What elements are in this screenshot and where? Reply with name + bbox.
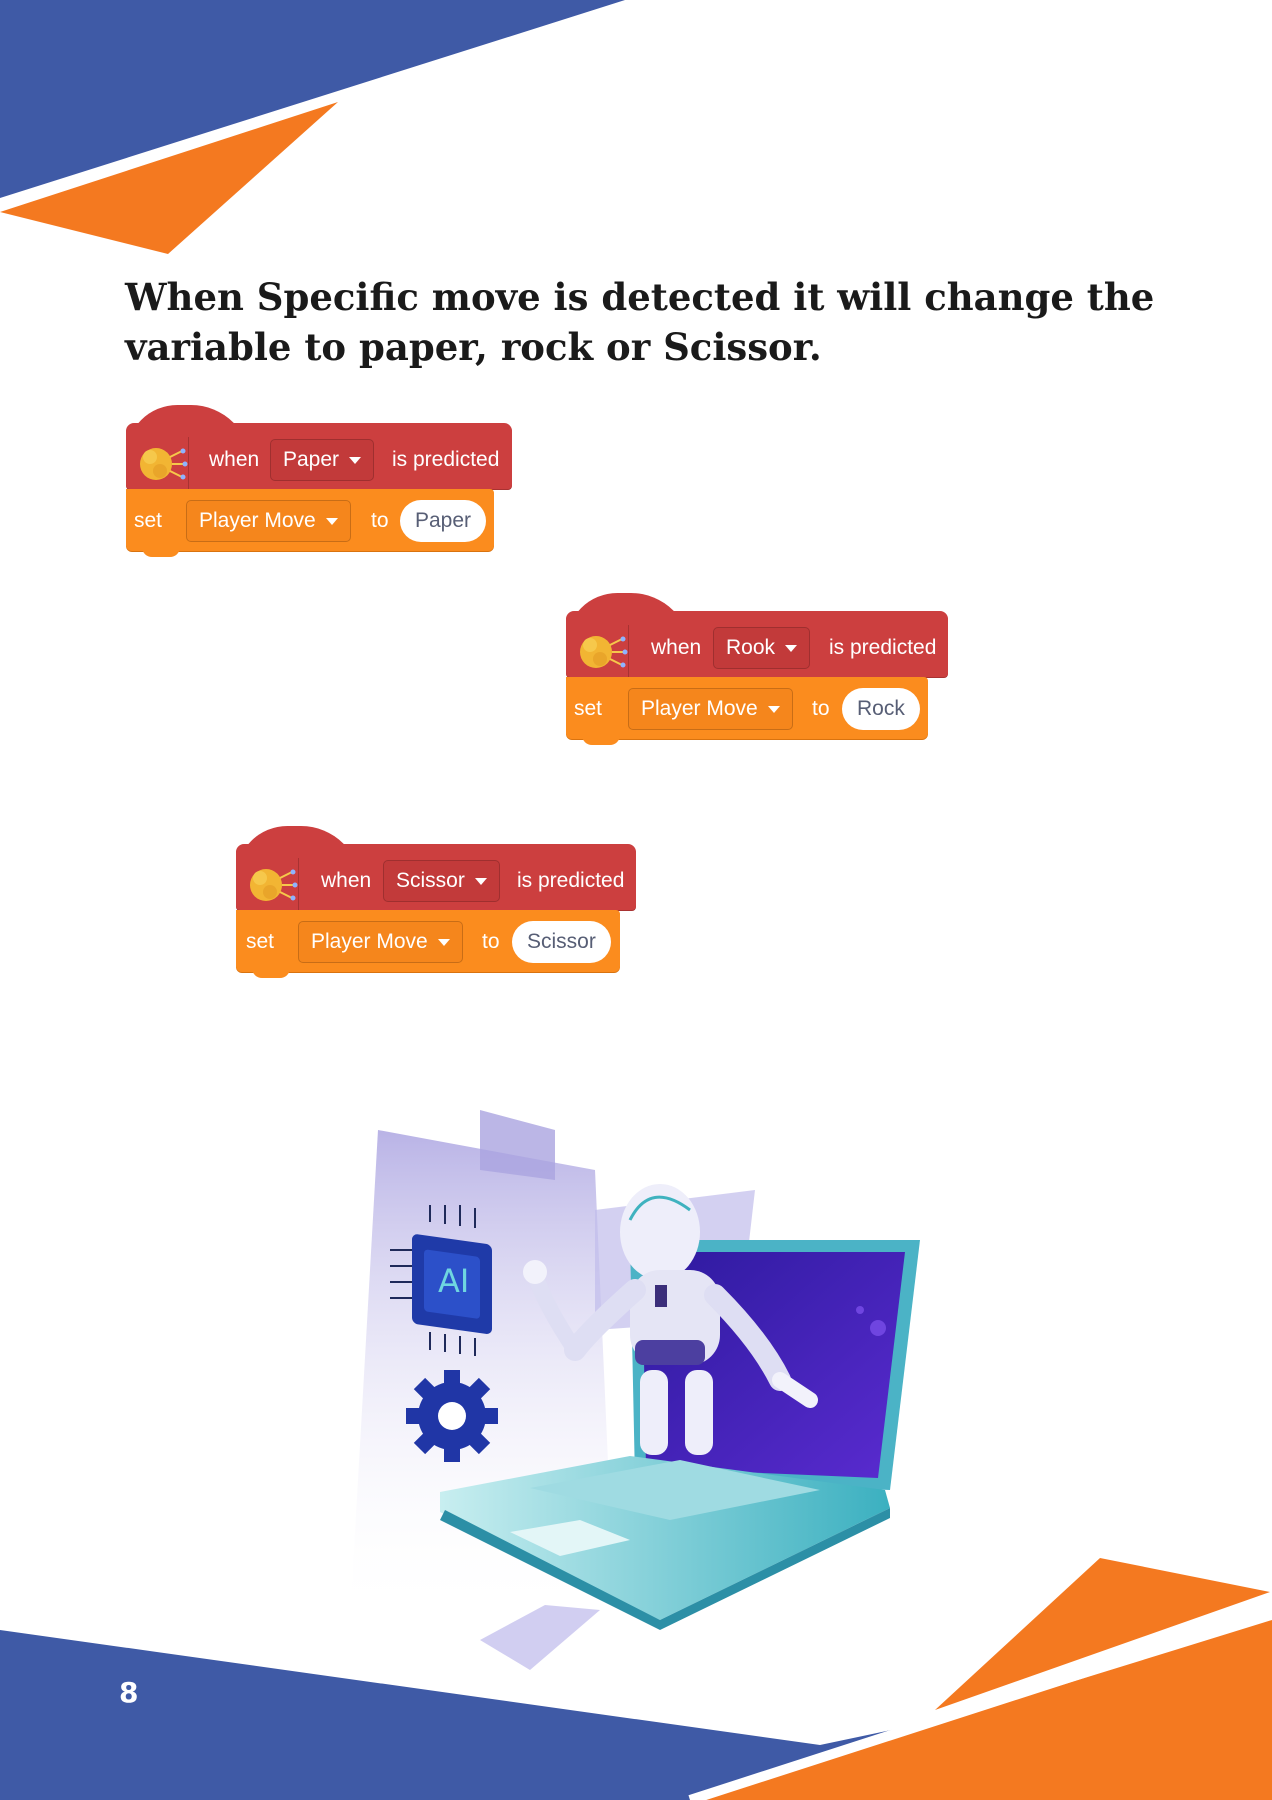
to-label: to — [482, 930, 500, 953]
caret-down-icon — [767, 705, 780, 713]
class-dropdown[interactable]: Rook — [713, 627, 811, 669]
block-notch — [252, 966, 290, 978]
value-input[interactable]: Paper — [400, 500, 487, 542]
top-corner-decoration — [0, 0, 625, 254]
to-label: to — [812, 697, 830, 720]
when-label: when — [651, 636, 702, 659]
class-dropdown[interactable]: Paper — [270, 439, 375, 481]
caret-down-icon — [437, 938, 450, 946]
to-label: to — [371, 509, 389, 532]
class-dropdown-value: Paper — [283, 448, 340, 471]
variable-dropdown[interactable]: Player Move — [298, 921, 463, 963]
caret-down-icon — [785, 644, 798, 652]
page-heading: When Specific move is detected it will c… — [125, 275, 1155, 369]
page-number: 8 — [119, 1676, 139, 1709]
is-predicted-label: is predicted — [829, 636, 937, 659]
is-predicted-label: is predicted — [392, 448, 500, 471]
variable-dropdown[interactable]: Player Move — [628, 688, 793, 730]
is-predicted-label: is predicted — [517, 869, 625, 892]
when-label: when — [209, 448, 260, 471]
block-notch — [582, 733, 620, 745]
code-block-scissor[interactable]: when Scissor is predicted set Player Mov… — [236, 826, 636, 986]
brain-icon — [140, 437, 189, 491]
set-label: set — [246, 930, 275, 953]
brain-icon — [580, 625, 629, 679]
code-block-paper[interactable]: when Paper is predicted set Player Move … — [126, 405, 516, 565]
ai-chip-label: AI — [438, 1262, 469, 1300]
code-block-rock[interactable]: when Rook is predicted set Player Move t… — [566, 593, 956, 753]
class-dropdown-value: Rook — [726, 636, 776, 659]
value-input[interactable]: Rock — [842, 688, 920, 730]
caret-down-icon — [474, 877, 487, 885]
robot-laptop-illustration: AI — [350, 1110, 920, 1670]
variable-dropdown-value: Player Move — [199, 509, 316, 532]
block-notch — [142, 545, 180, 557]
set-label: set — [134, 509, 163, 532]
class-dropdown-value: Scissor — [396, 869, 465, 892]
caret-down-icon — [349, 456, 362, 464]
class-dropdown[interactable]: Scissor — [383, 860, 500, 902]
caret-down-icon — [325, 517, 338, 525]
value-input[interactable]: Scissor — [512, 921, 611, 963]
brain-icon — [250, 858, 299, 912]
variable-dropdown-value: Player Move — [311, 930, 428, 953]
set-label: set — [574, 697, 603, 720]
variable-dropdown-value: Player Move — [641, 697, 758, 720]
when-label: when — [321, 869, 372, 892]
gear-icon — [406, 1370, 498, 1462]
variable-dropdown[interactable]: Player Move — [186, 500, 351, 542]
